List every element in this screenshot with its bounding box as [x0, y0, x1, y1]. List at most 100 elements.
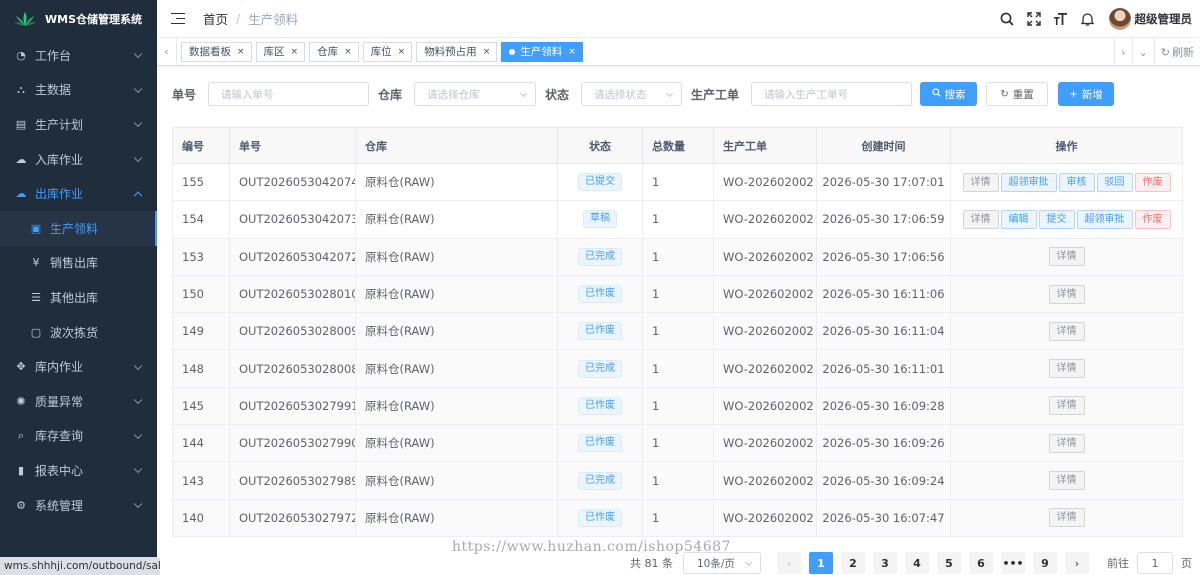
breadcrumb-home[interactable]: 首页 [203, 9, 228, 28]
tab-5[interactable]: 物料预占用 × [416, 41, 498, 62]
close-icon[interactable]: × [398, 47, 406, 57]
action-button[interactable]: 详情 [1048, 284, 1085, 304]
page-button[interactable]: 4 [905, 552, 929, 574]
page-size-value: 10条/页 [697, 557, 735, 570]
sidebar-subitem-3[interactable]: ☰ 其他出库 [0, 280, 157, 315]
chevron-down-icon [666, 89, 674, 98]
sidebar-item-8[interactable]: ⌕ 库存查询 [0, 419, 157, 454]
refresh-button[interactable]: ↻ 刷新 [1153, 38, 1200, 66]
page-button[interactable]: 2 [841, 552, 865, 574]
column-header: 创建时间 [816, 127, 951, 164]
page-button[interactable]: 3 [873, 552, 897, 574]
action-button[interactable]: 驳回 [1096, 172, 1133, 192]
sidebar-item-9[interactable]: ▮ 报表中心 [0, 453, 157, 488]
close-icon[interactable]: × [291, 47, 299, 57]
tab-3[interactable]: 仓库 × [309, 41, 359, 62]
tab-6[interactable]: 生产领料 × [501, 41, 583, 62]
tab-2[interactable]: 库区 × [255, 41, 306, 62]
sidebar-item-1[interactable]: ◔ 工作台 [0, 38, 157, 73]
tab-label: 仓库 [317, 46, 339, 58]
action-button[interactable]: 详情 [1048, 247, 1085, 267]
chevron-down-icon [133, 84, 143, 93]
action-button[interactable]: 审核 [1058, 172, 1095, 192]
action-button[interactable]: 作废 [1134, 172, 1171, 192]
sidebar-item-6[interactable]: ✥ 库内作业 [0, 349, 157, 384]
app-logo[interactable]: WMS仓储管理系统 [0, 0, 157, 38]
sidebar-subitem-label: 销售出库 [50, 256, 99, 271]
cell-created-time: 2026-05-30 16:09:28 [816, 386, 951, 426]
sidebar-item-2[interactable]: ⛬ 主数据 [0, 73, 157, 108]
reset-button[interactable]: ↻ 重置 [986, 82, 1049, 106]
action-button[interactable]: 超领审批 [1076, 209, 1133, 229]
close-icon[interactable]: × [568, 47, 576, 57]
action-button[interactable]: 详情 [962, 209, 999, 229]
list-icon: ☰ [31, 290, 41, 304]
close-icon[interactable]: × [237, 47, 245, 57]
cell-id: 148 [172, 349, 230, 388]
action-button[interactable]: 提交 [1038, 209, 1075, 229]
action-button[interactable]: 详情 [962, 172, 999, 192]
font-size-icon[interactable] [1053, 11, 1069, 27]
close-icon[interactable]: × [483, 47, 491, 57]
page-button[interactable]: 1 [809, 552, 833, 574]
cell-qty: 1 [642, 386, 714, 426]
action-button[interactable]: 详情 [1048, 508, 1085, 528]
username[interactable]: 超级管理员 [1135, 11, 1193, 27]
cell-warehouse: 原料仓(RAW) [355, 386, 558, 426]
sidebar-item-3[interactable]: ▤ 生产计划 [0, 107, 157, 142]
action-button[interactable]: 详情 [1048, 433, 1085, 453]
cell-work-order: WO-202602002 [713, 200, 817, 239]
tags-scroll-right-icon[interactable]: › [1114, 38, 1131, 66]
sidebar-subitem-1[interactable]: ▣ 生产领料 [0, 210, 157, 246]
add-button[interactable]: + 新增 [1058, 82, 1115, 106]
bell-icon[interactable] [1080, 11, 1096, 27]
fullscreen-icon[interactable] [1026, 11, 1042, 27]
close-icon[interactable]: × [344, 47, 352, 57]
more-pages-icon[interactable]: ••• [1001, 552, 1025, 574]
warehouse-select[interactable]: 请选择仓库 [414, 82, 537, 106]
breadcrumb: 首页 / 生产领料 [203, 9, 298, 28]
table-row: 150 OUT2026053028010 原料仓(RAW) 已作废 1 WO-202602… [172, 274, 1183, 314]
avatar[interactable] [1108, 8, 1131, 30]
action-button[interactable]: 作废 [1134, 209, 1171, 229]
cell-warehouse: 原料仓(RAW) [355, 312, 558, 351]
sidebar-item-4[interactable]: ☁ 入库作业 [0, 142, 157, 177]
top-navbar: 首页 / 生产领料 超级管理员 [157, 0, 1200, 38]
hamburger-icon[interactable] [171, 12, 185, 25]
search-icon[interactable] [999, 11, 1015, 27]
status-select[interactable]: 请选择状态 [581, 82, 683, 106]
tab-4[interactable]: 库位 × [362, 41, 413, 62]
sidebar-item-10[interactable]: ⚙ 系统管理 [0, 488, 157, 523]
app-title: WMS仓储管理系统 [45, 13, 143, 26]
cell-status: 已完成 [557, 461, 643, 500]
action-button[interactable]: 详情 [1048, 471, 1085, 491]
page-size-select[interactable]: 10条/页 [683, 552, 761, 574]
cell-id: 145 [172, 386, 230, 426]
tags-dropdown-icon[interactable]: ⌄ [1131, 38, 1154, 66]
cell-status: 已作废 [557, 312, 643, 351]
page-button[interactable]: 5 [937, 552, 961, 574]
chevron-down-icon [133, 153, 143, 163]
page-button[interactable]: 6 [969, 552, 993, 574]
action-button[interactable]: 详情 [1048, 321, 1085, 341]
search-form: 单号 请输入单号 仓库 请选择仓库 状态 请选择状态 生产工单 请输入生产工单号… [172, 82, 1115, 106]
action-button[interactable]: 详情 [1048, 396, 1085, 416]
tab-1[interactable]: 数据看板 × [181, 41, 252, 62]
cell-qty: 1 [642, 237, 714, 276]
work-order-input[interactable]: 请输入生产工单号 [751, 82, 913, 106]
sidebar-subitem-2[interactable]: ¥ 销售出库 [0, 246, 157, 281]
sidebar-subitem-4[interactable]: ▢ 波次拣货 [0, 315, 157, 350]
search-button[interactable]: 搜索 [920, 82, 978, 106]
tags-scroll-left-icon[interactable]: ‹ [157, 37, 177, 66]
sidebar-item-7[interactable]: ✺ 质量异常 [0, 384, 157, 419]
goto-page-input[interactable]: 1 [1137, 552, 1173, 574]
page-button[interactable]: 9 [1033, 552, 1057, 574]
next-page-button[interactable]: › [1065, 552, 1089, 574]
action-button[interactable]: 超领审批 [1000, 172, 1057, 192]
action-button[interactable]: 详情 [1048, 359, 1085, 379]
tab-label: 库区 [263, 46, 285, 58]
order-no-input[interactable]: 请输入单号 [208, 82, 370, 106]
sidebar-item-5[interactable]: ☁ 出库作业 [0, 176, 157, 211]
prev-page-button[interactable]: ‹ [777, 552, 801, 574]
action-button[interactable]: 编辑 [1000, 209, 1037, 229]
